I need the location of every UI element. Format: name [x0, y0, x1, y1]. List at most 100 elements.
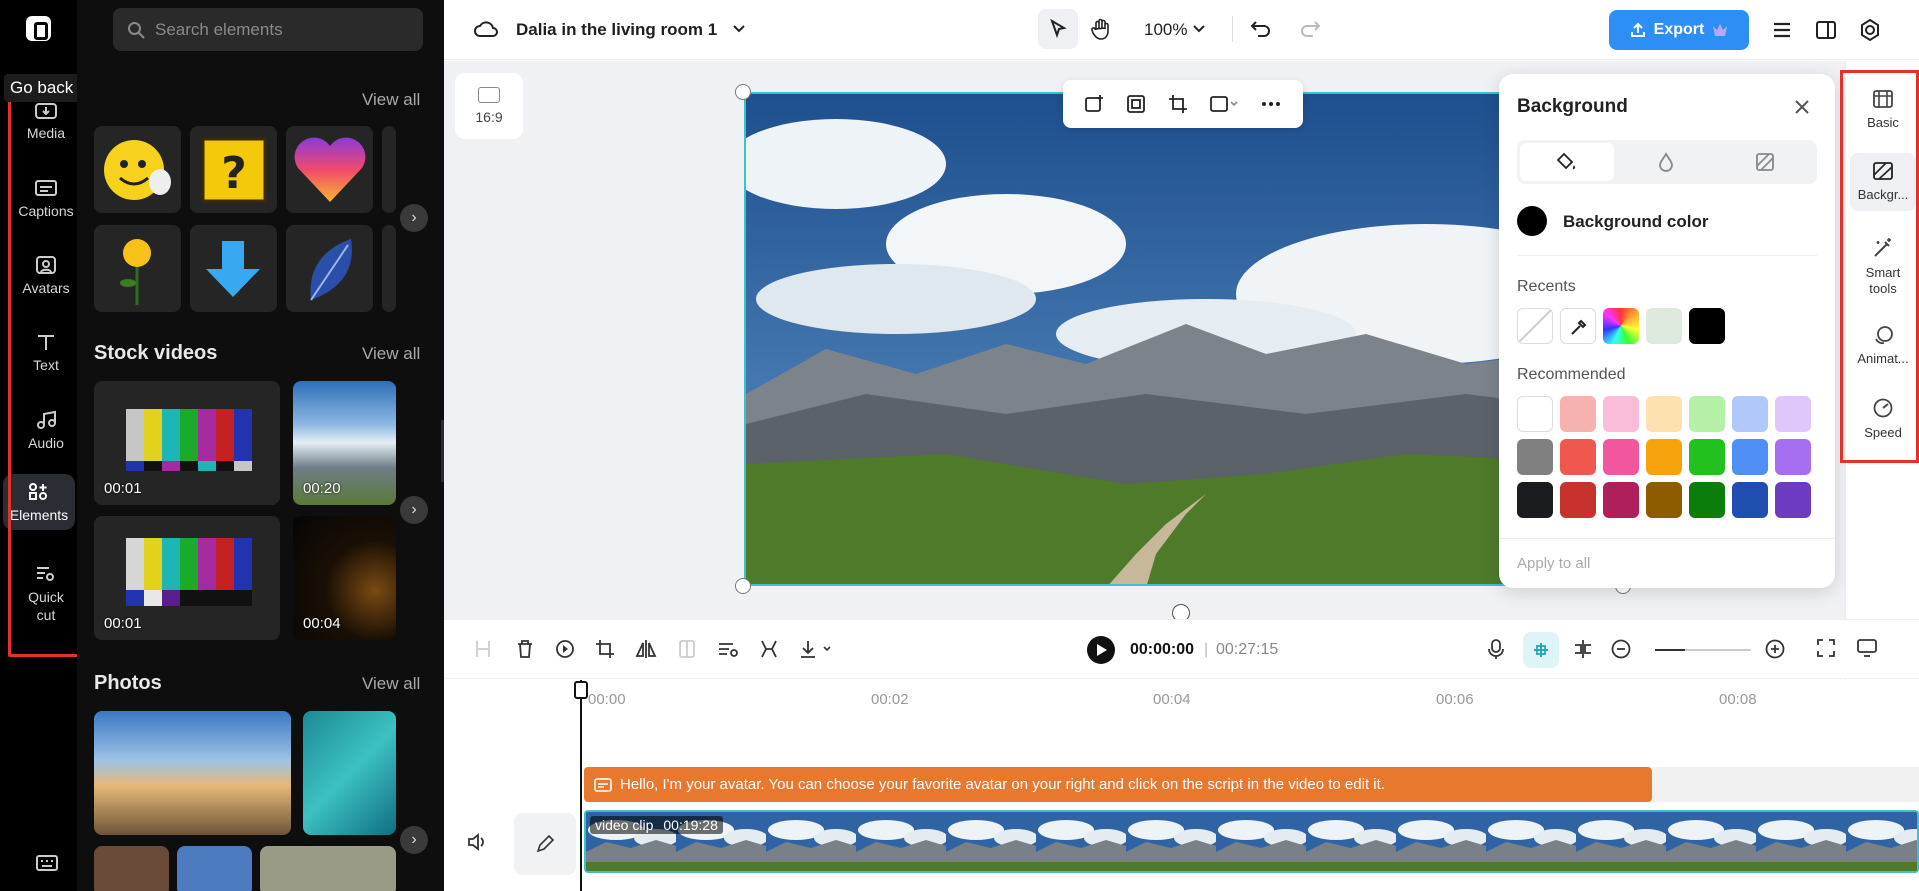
recommended-color-swatch[interactable] [1775, 439, 1811, 475]
photo-food[interactable] [94, 846, 169, 891]
recommended-color-swatch[interactable] [1517, 439, 1553, 475]
caption-clip[interactable]: Hello, I'm your avatar. You can choose y… [584, 767, 1652, 802]
delete-icon[interactable] [514, 638, 536, 660]
hand-icon[interactable] [1090, 18, 1112, 40]
photo-sky[interactable] [177, 846, 252, 891]
play-button[interactable] [1087, 636, 1115, 664]
view-all-photos[interactable]: View all [362, 674, 420, 694]
close-icon[interactable] [1793, 98, 1811, 116]
select-tool-button[interactable] [1038, 9, 1078, 49]
recommended-color-swatch[interactable] [1732, 396, 1768, 432]
stickers-next-button[interactable]: › [400, 204, 428, 232]
audio-adjust-icon[interactable] [716, 638, 740, 660]
aspect-ratio-button[interactable]: 16:9 [455, 73, 523, 139]
mask-dropdown-icon[interactable] [1209, 93, 1239, 115]
undo-icon[interactable] [1250, 18, 1272, 40]
split-icon[interactable] [472, 638, 494, 660]
recent-color-swatch[interactable] [1689, 308, 1725, 344]
current-color-swatch[interactable] [1517, 206, 1547, 236]
photo-sea[interactable] [303, 711, 396, 835]
replace-image-icon[interactable] [1083, 93, 1105, 115]
zoom-level[interactable]: 100% [1144, 20, 1187, 40]
sticker-question-block[interactable]: ? [190, 126, 277, 213]
sticker-heart[interactable] [286, 126, 373, 213]
tab-fill[interactable] [1520, 143, 1614, 181]
trim-icon[interactable] [758, 638, 780, 660]
zoom-in-icon[interactable] [1764, 638, 1786, 660]
recommended-color-swatch[interactable] [1775, 396, 1811, 432]
stock-video-4[interactable]: 00:04 [293, 516, 396, 640]
stock-video-3[interactable]: 00:01 [94, 516, 280, 640]
sticker-partial[interactable] [382, 126, 396, 213]
recommended-color-swatch[interactable] [1775, 482, 1811, 518]
zoom-slider-track[interactable] [1685, 649, 1751, 651]
crop-icon[interactable] [1167, 93, 1189, 115]
search-input[interactable]: Search elements [113, 8, 423, 51]
recommended-color-swatch[interactable] [1603, 482, 1639, 518]
playhead[interactable] [580, 680, 582, 891]
mirror-icon[interactable] [634, 638, 658, 660]
freeze-icon[interactable] [676, 638, 698, 660]
photos-next-button[interactable]: › [400, 826, 428, 854]
recommended-color-swatch[interactable] [1517, 396, 1553, 432]
more-icon[interactable] [1259, 93, 1283, 115]
sticker-arrow-down[interactable] [190, 225, 277, 312]
recommended-color-swatch[interactable] [1646, 482, 1682, 518]
recommended-color-swatch[interactable] [1603, 396, 1639, 432]
recommended-color-swatch[interactable] [1603, 439, 1639, 475]
pattern-icon[interactable] [1755, 152, 1775, 172]
stock-video-2[interactable]: 00:20 [293, 381, 396, 505]
project-title[interactable]: Dalia in the living room 1 [516, 20, 717, 40]
stock-videos-next-button[interactable]: › [400, 496, 428, 524]
redo-icon[interactable] [1299, 18, 1321, 40]
auto-snap-button[interactable] [1523, 632, 1559, 668]
recommended-color-swatch[interactable] [1689, 482, 1725, 518]
crop-icon[interactable] [594, 638, 616, 660]
replace-icon[interactable] [554, 638, 576, 660]
zoom-out-icon[interactable] [1610, 638, 1632, 660]
auto-reframe-icon[interactable] [1125, 93, 1147, 115]
sticker-partial-2[interactable] [382, 225, 396, 312]
sticker-rose[interactable] [94, 225, 181, 312]
recommended-color-swatch[interactable] [1560, 439, 1596, 475]
video-preview[interactable] [744, 92, 1624, 586]
photo-city[interactable] [94, 711, 291, 835]
keyboard-icon[interactable] [36, 854, 58, 872]
recommended-color-swatch[interactable] [1689, 396, 1725, 432]
sticker-leaf[interactable] [286, 225, 373, 312]
playhead-handle[interactable] [574, 681, 588, 699]
download-dropdown-icon[interactable] [798, 638, 834, 660]
view-all-stickers[interactable]: View all [362, 90, 420, 110]
photo-field[interactable] [260, 846, 396, 891]
app-logo[interactable] [26, 16, 51, 41]
custom-color-swatch[interactable] [1603, 308, 1639, 344]
eyedropper-swatch[interactable] [1560, 308, 1596, 344]
no-color-swatch[interactable] [1517, 308, 1553, 344]
stock-video-1[interactable]: 00:01 [94, 381, 280, 505]
settings-icon[interactable] [1858, 18, 1882, 42]
view-all-stock-videos[interactable]: View all [362, 344, 420, 364]
recommended-color-swatch[interactable] [1560, 396, 1596, 432]
recommended-color-swatch[interactable] [1646, 396, 1682, 432]
sticker-smiley[interactable] [94, 126, 181, 213]
volume-icon[interactable] [466, 832, 488, 852]
recommended-color-swatch[interactable] [1646, 439, 1682, 475]
export-button[interactable]: Export [1609, 10, 1749, 50]
recommended-color-swatch[interactable] [1732, 482, 1768, 518]
zoom-chevron-icon[interactable] [1192, 22, 1206, 36]
recommended-color-swatch[interactable] [1689, 439, 1725, 475]
panel-layout-icon[interactable] [1814, 18, 1838, 42]
recommended-color-swatch[interactable] [1732, 439, 1768, 475]
layers-icon[interactable] [1770, 18, 1794, 42]
split-link-icon[interactable] [1572, 638, 1594, 660]
fullscreen-icon[interactable] [1816, 638, 1836, 658]
blur-drop-icon[interactable] [1657, 152, 1675, 172]
apply-to-all-button[interactable]: Apply to all [1517, 555, 1590, 572]
recent-color-swatch[interactable] [1646, 308, 1682, 344]
recommended-color-swatch[interactable] [1517, 482, 1553, 518]
resize-handle-bl[interactable] [735, 578, 751, 594]
video-clip[interactable]: video clip 00:19:28 [584, 810, 1919, 873]
chevron-down-icon[interactable] [732, 22, 746, 36]
edit-cover-button[interactable] [514, 813, 576, 875]
cloud-icon[interactable] [473, 18, 499, 40]
